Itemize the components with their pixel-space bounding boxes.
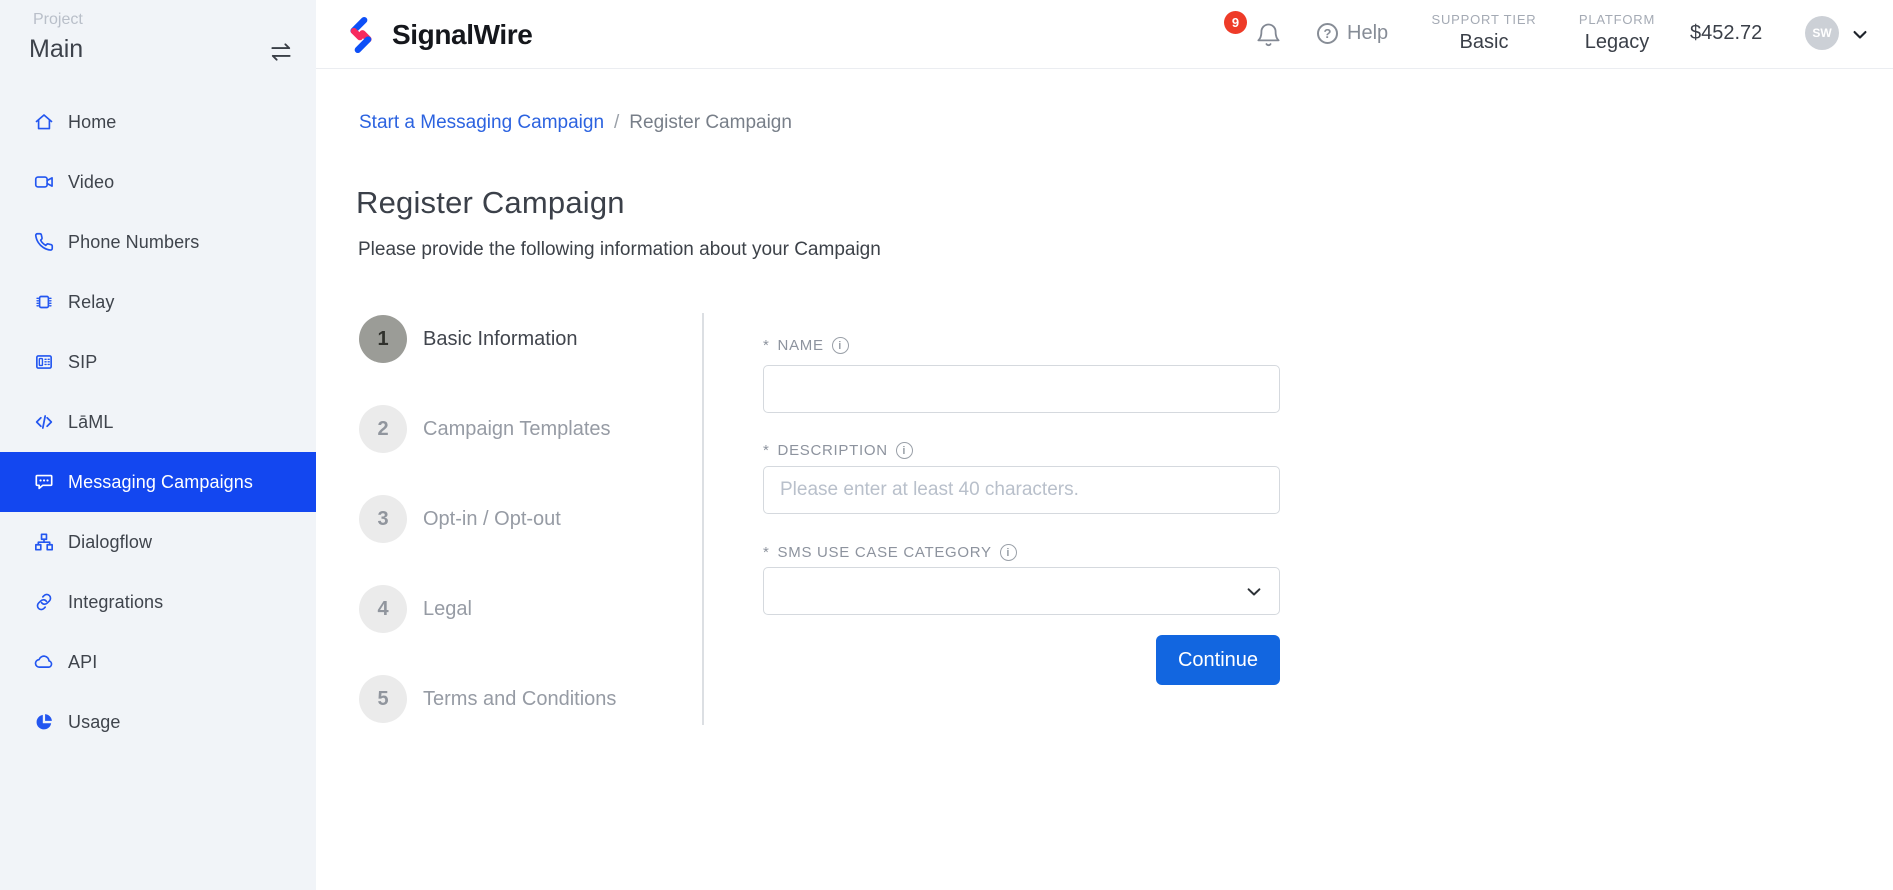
sidebar-item-label: Messaging Campaigns — [68, 472, 253, 493]
sidebar-item-label: LāML — [68, 412, 113, 433]
brand-name: SignalWire — [392, 19, 532, 51]
required-marker: * — [763, 337, 770, 354]
breadcrumb-current: Register Campaign — [629, 112, 792, 134]
step-terms-and-conditions[interactable]: 5 Terms and Conditions — [359, 675, 616, 723]
step-number-badge: 4 — [359, 585, 407, 633]
required-marker: * — [763, 442, 770, 459]
breadcrumb: Start a Messaging Campaign / Register Ca… — [359, 112, 792, 134]
step-number-badge: 2 — [359, 405, 407, 453]
step-opt-in-opt-out[interactable]: 3 Opt-in / Opt-out — [359, 495, 616, 543]
info-icon[interactable]: i — [832, 337, 849, 354]
signalwire-logo[interactable]: SignalWire — [343, 0, 532, 69]
breadcrumb-separator: / — [614, 112, 619, 134]
register-campaign-form: * NAME i * DESCRIPTION i * SMS USE CASE CAT… — [763, 337, 1280, 737]
account-balance: $452.72 — [1690, 22, 1762, 45]
sidebar-item-sip[interactable]: SIP — [0, 332, 316, 392]
app-window: Project Main Home Video Phone Numbers Re… — [0, 0, 1893, 890]
description-input[interactable] — [763, 466, 1280, 514]
info-icon[interactable]: i — [896, 442, 913, 459]
home-icon — [33, 111, 55, 133]
sidebar-item-video[interactable]: Video — [0, 152, 316, 212]
video-camera-icon — [33, 171, 55, 193]
sidebar-item-label: Relay — [68, 292, 115, 313]
sidebar-item-label: Phone Numbers — [68, 232, 199, 253]
step-number-badge: 5 — [359, 675, 407, 723]
help-button[interactable]: ? Help — [1317, 22, 1388, 45]
sidebar-item-label: Home — [68, 112, 116, 133]
sidebar-item-relay[interactable]: Relay — [0, 272, 316, 332]
project-label: Project — [33, 11, 83, 29]
sidebar-item-label: Usage — [68, 712, 121, 733]
sidebar-item-messaging-campaigns[interactable]: Messaging Campaigns — [0, 452, 316, 512]
sms-use-case-label-text: SMS USE CASE CATEGORY — [778, 544, 992, 561]
signalwire-logo-icon — [343, 17, 379, 53]
sidebar-item-home[interactable]: Home — [0, 92, 316, 152]
pie-chart-icon — [33, 711, 55, 733]
required-marker: * — [763, 544, 770, 561]
steps-form-divider — [702, 313, 704, 725]
sidebar-item-label: API — [68, 652, 97, 673]
breadcrumb-link-start-messaging-campaign[interactable]: Start a Messaging Campaign — [359, 112, 604, 134]
step-label: Terms and Conditions — [423, 688, 616, 711]
sidebar: Project Main Home Video Phone Numbers Re… — [0, 0, 316, 890]
project-switcher: Project Main — [0, 0, 316, 92]
phone-handset-icon — [33, 231, 55, 253]
platform-value: Legacy — [1558, 31, 1676, 54]
sidebar-item-laml[interactable]: LāML — [0, 392, 316, 452]
bell-icon[interactable] — [1255, 21, 1282, 48]
sidebar-nav: Home Video Phone Numbers Relay SIP LāML — [0, 92, 316, 752]
sidebar-item-phone-numbers[interactable]: Phone Numbers — [0, 212, 316, 272]
project-name: Main — [29, 35, 83, 64]
topbar: SignalWire 9 ? Help SUPPORT TIER Basic P… — [316, 0, 1893, 69]
support-tier-block: SUPPORT TIER Basic — [1416, 12, 1552, 54]
question-mark-icon: ? — [1317, 23, 1338, 44]
sms-use-case-field-label: * SMS USE CASE CATEGORY i — [763, 544, 1017, 561]
step-campaign-templates[interactable]: 2 Campaign Templates — [359, 405, 616, 453]
chevron-down-icon — [1244, 582, 1264, 602]
description-label-text: DESCRIPTION — [778, 442, 888, 459]
help-label: Help — [1347, 22, 1388, 45]
description-field-label: * DESCRIPTION i — [763, 442, 913, 459]
step-label: Campaign Templates — [423, 418, 611, 441]
platform-block: PLATFORM Legacy — [1558, 12, 1676, 54]
name-field-label: * NAME i — [763, 337, 849, 354]
platform-label: PLATFORM — [1558, 12, 1676, 27]
step-legal[interactable]: 4 Legal — [359, 585, 616, 633]
switch-project-icon[interactable] — [268, 39, 294, 65]
sidebar-item-api[interactable]: API — [0, 632, 316, 692]
info-icon[interactable]: i — [1000, 544, 1017, 561]
support-tier-label: SUPPORT TIER — [1416, 12, 1552, 27]
page-title: Register Campaign — [356, 185, 625, 221]
name-label-text: NAME — [778, 337, 824, 354]
step-label: Basic Information — [423, 328, 578, 351]
chip-icon — [33, 291, 55, 313]
page-subtitle: Please provide the following information… — [358, 239, 881, 261]
wizard-steps: 1 Basic Information 2 Campaign Templates… — [359, 315, 616, 723]
chevron-down-icon[interactable] — [1850, 25, 1870, 45]
link-icon — [33, 591, 55, 613]
sitemap-icon — [33, 531, 55, 553]
sidebar-item-dialogflow[interactable]: Dialogflow — [0, 512, 316, 572]
cloud-icon — [33, 651, 55, 673]
chat-bubble-icon — [33, 471, 55, 493]
sms-use-case-select[interactable] — [763, 567, 1280, 615]
sidebar-item-usage[interactable]: Usage — [0, 692, 316, 752]
step-label: Legal — [423, 598, 472, 621]
name-input[interactable] — [763, 365, 1280, 413]
step-basic-information[interactable]: 1 Basic Information — [359, 315, 616, 363]
desk-phone-icon — [33, 351, 55, 373]
sidebar-item-label: Dialogflow — [68, 532, 152, 553]
notification-count-badge[interactable]: 9 — [1224, 11, 1247, 34]
support-tier-value: Basic — [1416, 31, 1552, 54]
sidebar-item-label: Integrations — [68, 592, 163, 613]
step-label: Opt-in / Opt-out — [423, 508, 561, 531]
sidebar-item-integrations[interactable]: Integrations — [0, 572, 316, 632]
avatar[interactable]: SW — [1805, 16, 1839, 50]
continue-button[interactable]: Continue — [1156, 635, 1280, 685]
sidebar-item-label: SIP — [68, 352, 97, 373]
sidebar-item-label: Video — [68, 172, 114, 193]
step-number-badge: 1 — [359, 315, 407, 363]
step-number-badge: 3 — [359, 495, 407, 543]
code-icon — [33, 411, 55, 433]
